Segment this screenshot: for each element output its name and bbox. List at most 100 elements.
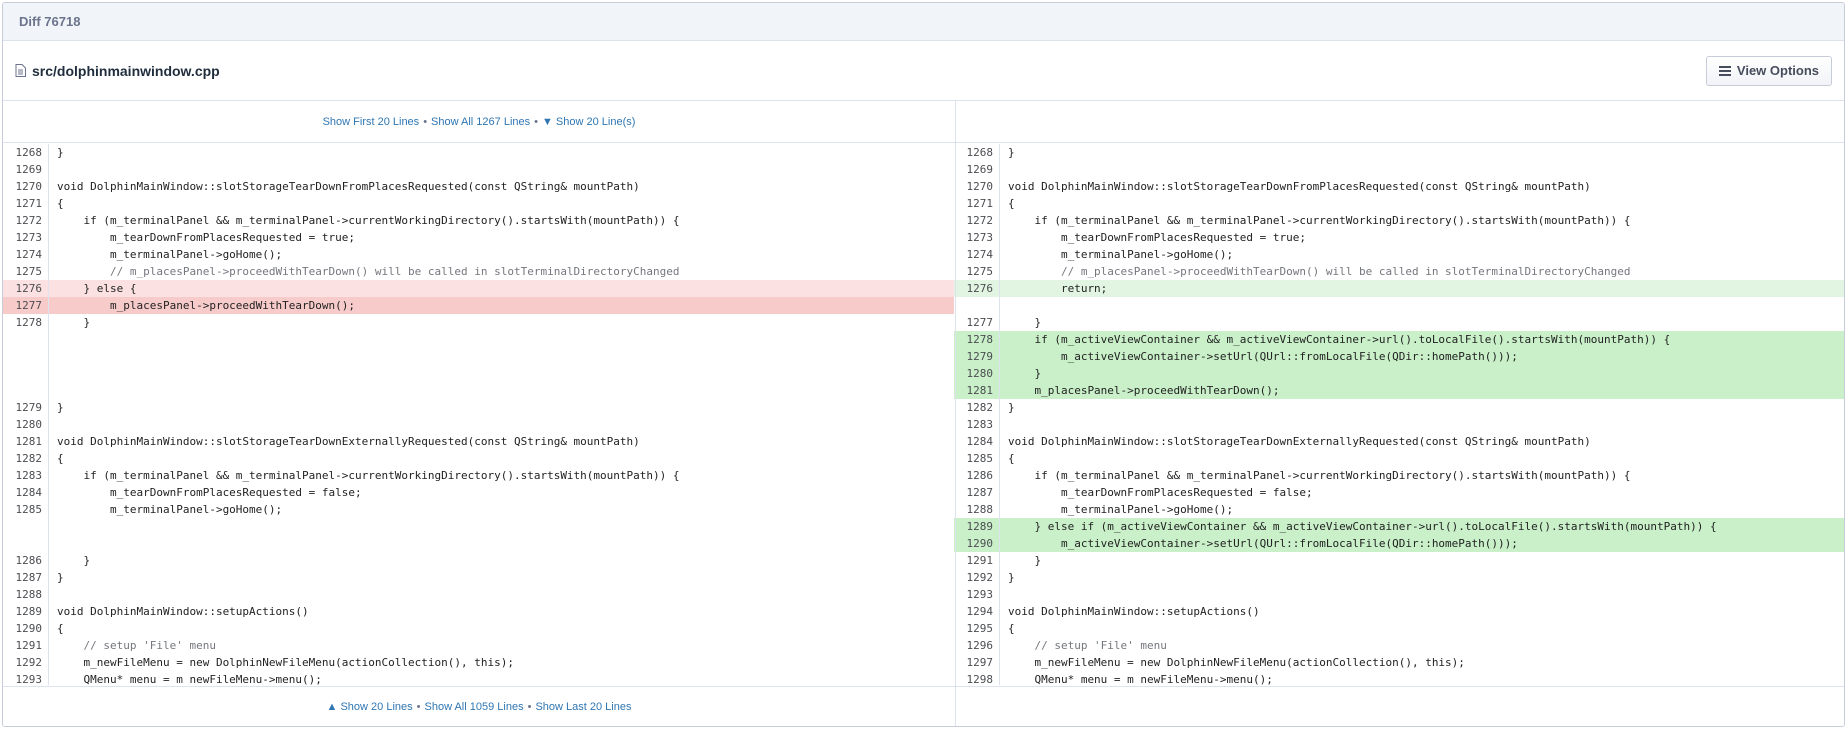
right-line-number[interactable]: 1275 bbox=[953, 263, 1000, 280]
bars-icon bbox=[1718, 65, 1731, 76]
right-line-number[interactable]: 1279 bbox=[953, 348, 1000, 365]
left-line-number[interactable] bbox=[3, 535, 49, 552]
show-all-lines-link[interactable]: Show All 1267 Lines bbox=[431, 116, 530, 128]
left-line-number[interactable]: 1279 bbox=[3, 399, 49, 416]
show-previous-lines-link[interactable]: ▲ Show 20 Lines bbox=[327, 701, 413, 713]
right-line-number[interactable]: 1282 bbox=[953, 399, 1000, 416]
file-icon bbox=[15, 64, 26, 77]
left-line-number[interactable]: 1271 bbox=[3, 195, 49, 212]
right-line-number[interactable]: 1272 bbox=[953, 212, 1000, 229]
left-line-number[interactable] bbox=[3, 518, 49, 535]
right-line-number[interactable]: 1294 bbox=[953, 603, 1000, 620]
left-line-code: } bbox=[57, 401, 64, 414]
left-line-number[interactable]: 1286 bbox=[3, 552, 49, 569]
right-line-number[interactable]: 1289 bbox=[953, 518, 1000, 535]
right-line-number[interactable]: 1287 bbox=[953, 484, 1000, 501]
right-line-number[interactable]: 1292 bbox=[953, 569, 1000, 586]
left-line-number[interactable]: 1274 bbox=[3, 246, 49, 263]
right-line: 1293 bbox=[953, 586, 1844, 603]
left-line-number[interactable]: 1280 bbox=[3, 416, 49, 433]
left-line-code bbox=[49, 518, 954, 535]
left-line-number[interactable]: 1290 bbox=[3, 620, 49, 637]
right-line-code: { bbox=[1007, 452, 1015, 465]
show-last-lines-link[interactable]: Show Last 20 Lines bbox=[535, 701, 631, 713]
left-line-number[interactable]: 1293 bbox=[3, 671, 49, 685]
right-line-number[interactable]: 1286 bbox=[953, 467, 1000, 484]
right-line-number[interactable]: 1293 bbox=[953, 586, 1000, 603]
separator: • bbox=[534, 115, 538, 128]
view-options-button[interactable]: View Options bbox=[1705, 55, 1832, 86]
right-line-number[interactable]: 1277 bbox=[953, 314, 1000, 331]
right-line-number[interactable]: 1284 bbox=[953, 433, 1000, 450]
left-line-number[interactable]: 1291 bbox=[3, 637, 49, 654]
left-line-number[interactable]: 1285 bbox=[3, 501, 49, 518]
right-line-number[interactable]: 1276 bbox=[953, 280, 1000, 297]
left-line-number[interactable]: 1284 bbox=[3, 484, 49, 501]
left-line bbox=[3, 348, 954, 365]
right-line: 1274 m_terminalPanel->goHome(); bbox=[953, 246, 1844, 263]
left-line-number[interactable]: 1270 bbox=[3, 178, 49, 195]
left-line-number[interactable]: 1289 bbox=[3, 603, 49, 620]
right-line-number[interactable]: 1283 bbox=[953, 416, 1000, 433]
left-line: 1271 { bbox=[3, 195, 954, 212]
left-line-number[interactable]: 1287 bbox=[3, 569, 49, 586]
left-line-code bbox=[49, 535, 954, 552]
left-line-code: m_placesPanel->proceedWithTearDown(); bbox=[49, 297, 954, 314]
left-line-number[interactable]: 1272 bbox=[3, 212, 49, 229]
left-line-code bbox=[49, 331, 954, 348]
right-line-number[interactable]: 1269 bbox=[953, 161, 1000, 178]
right-line-number[interactable]: 1291 bbox=[953, 552, 1000, 569]
show-all-lines-link[interactable]: Show All 1059 Lines bbox=[425, 701, 524, 713]
right-line-number[interactable]: 1285 bbox=[953, 450, 1000, 467]
left-line-number[interactable]: 1269 bbox=[3, 161, 49, 178]
right-line-number[interactable]: 1278 bbox=[953, 331, 1000, 348]
left-line bbox=[3, 365, 954, 382]
right-line-number[interactable]: 1271 bbox=[953, 195, 1000, 212]
right-line-number[interactable]: 1295 bbox=[953, 620, 1000, 637]
left-line-number[interactable] bbox=[3, 365, 49, 382]
left-line-number[interactable]: 1268 bbox=[3, 144, 49, 161]
right-line-number[interactable]: 1268 bbox=[953, 144, 1000, 161]
right-line-number[interactable]: 1297 bbox=[953, 654, 1000, 671]
right-line-number[interactable]: 1280 bbox=[953, 365, 1000, 382]
separator: • bbox=[416, 700, 421, 713]
right-line-number[interactable]: 1288 bbox=[953, 501, 1000, 518]
left-line-number[interactable]: 1281 bbox=[3, 433, 49, 450]
show-more-lines-link[interactable]: ▼ Show 20 Line(s) bbox=[542, 116, 635, 128]
right-line-number[interactable]: 1298 bbox=[953, 671, 1000, 685]
left-line-number[interactable] bbox=[3, 331, 49, 348]
right-line-number[interactable]: 1281 bbox=[953, 382, 1000, 399]
right-line-number[interactable]: 1274 bbox=[953, 246, 1000, 263]
left-line-number[interactable] bbox=[3, 348, 49, 365]
right-line-code: } bbox=[1007, 554, 1042, 567]
right-line-number[interactable]: 1273 bbox=[953, 229, 1000, 246]
file-path[interactable]: src/dolphinmainwindow.cpp bbox=[32, 63, 220, 79]
left-line-code: m_tearDownFromPlacesRequested = false; bbox=[57, 486, 362, 499]
left-line-number[interactable]: 1276 bbox=[3, 280, 49, 297]
right-line-number[interactable]: 1296 bbox=[953, 637, 1000, 654]
diff-frame: Diff 76718 src/dolphinmainwindow.cpp Vie… bbox=[2, 2, 1845, 727]
right-line: 1272 if (m_terminalPanel && m_terminalPa… bbox=[953, 212, 1844, 229]
left-line-number[interactable] bbox=[3, 382, 49, 399]
left-line-number[interactable]: 1288 bbox=[3, 586, 49, 603]
left-line-number[interactable]: 1283 bbox=[3, 467, 49, 484]
left-line-number[interactable]: 1278 bbox=[3, 314, 49, 331]
left-line-number[interactable]: 1275 bbox=[3, 263, 49, 280]
left-line-code: QMenu* menu = m_newFileMenu->menu(); bbox=[57, 673, 322, 685]
right-line-number[interactable] bbox=[953, 297, 1000, 314]
show-first-lines-link[interactable]: Show First 20 Lines bbox=[323, 116, 420, 128]
left-line-number[interactable]: 1292 bbox=[3, 654, 49, 671]
right-line-code: m_terminalPanel->goHome(); bbox=[1007, 248, 1234, 261]
left-line-number[interactable]: 1282 bbox=[3, 450, 49, 467]
left-line: 1277 m_placesPanel->proceedWithTearDown(… bbox=[3, 297, 954, 314]
right-line-code: m_activeViewContainer->setUrl(QUrl::from… bbox=[999, 535, 1844, 552]
right-line-number[interactable]: 1270 bbox=[953, 178, 1000, 195]
left-line-number[interactable]: 1273 bbox=[3, 229, 49, 246]
right-line-code: m_placesPanel->proceedWithTearDown(); bbox=[999, 382, 1844, 399]
right-line-number[interactable]: 1290 bbox=[953, 535, 1000, 552]
right-line-code bbox=[1000, 416, 1844, 433]
left-line-number[interactable]: 1277 bbox=[3, 297, 49, 314]
right-line: 1268} bbox=[953, 144, 1844, 161]
left-line-code bbox=[49, 382, 954, 399]
diff-row: 1285 m_terminalPanel->goHome(); 1288 m_te… bbox=[3, 501, 1844, 518]
